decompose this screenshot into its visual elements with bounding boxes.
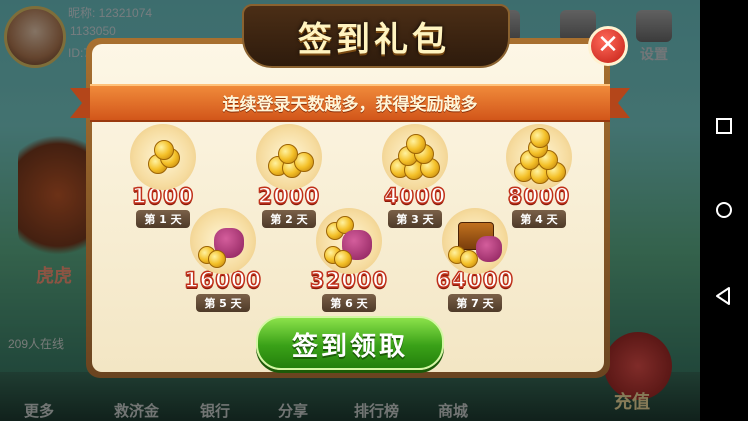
subtitle-ribbon: 连续登录天数越多，获得奖励越多 [70, 84, 630, 122]
reward-day-6: 32000 第 6 天 [294, 208, 404, 312]
money-bag-coins-icon [316, 208, 382, 274]
reward-day-label: 第 7 天 [448, 294, 502, 312]
reward-day-label: 第 5 天 [196, 294, 250, 312]
claim-button[interactable]: 签到领取 [256, 316, 444, 370]
claim-button-label: 签到领取 [291, 332, 408, 362]
coin-stack-small-icon [130, 124, 196, 190]
reward-day-5: 16000 第 5 天 [168, 208, 278, 312]
reward-day-label: 第 6 天 [322, 294, 376, 312]
recents-icon[interactable] [712, 114, 736, 138]
back-icon[interactable] [712, 284, 736, 308]
close-button[interactable]: ✕ [588, 26, 628, 66]
coin-tower-icon [506, 124, 572, 190]
android-nav-bar [700, 0, 748, 421]
reward-day-7: 64000 第 7 天 [420, 208, 530, 312]
dialog-title: 签到礼包 [298, 20, 450, 60]
close-icon: ✕ [597, 30, 619, 60]
treasure-chest-icon [442, 208, 508, 274]
money-bag-icon [190, 208, 256, 274]
dialog-subtitle: 连续登录天数越多，获得奖励越多 [222, 95, 478, 115]
coin-pile-icon [256, 124, 322, 190]
home-icon[interactable] [712, 198, 736, 222]
coin-pile-large-icon [382, 124, 448, 190]
